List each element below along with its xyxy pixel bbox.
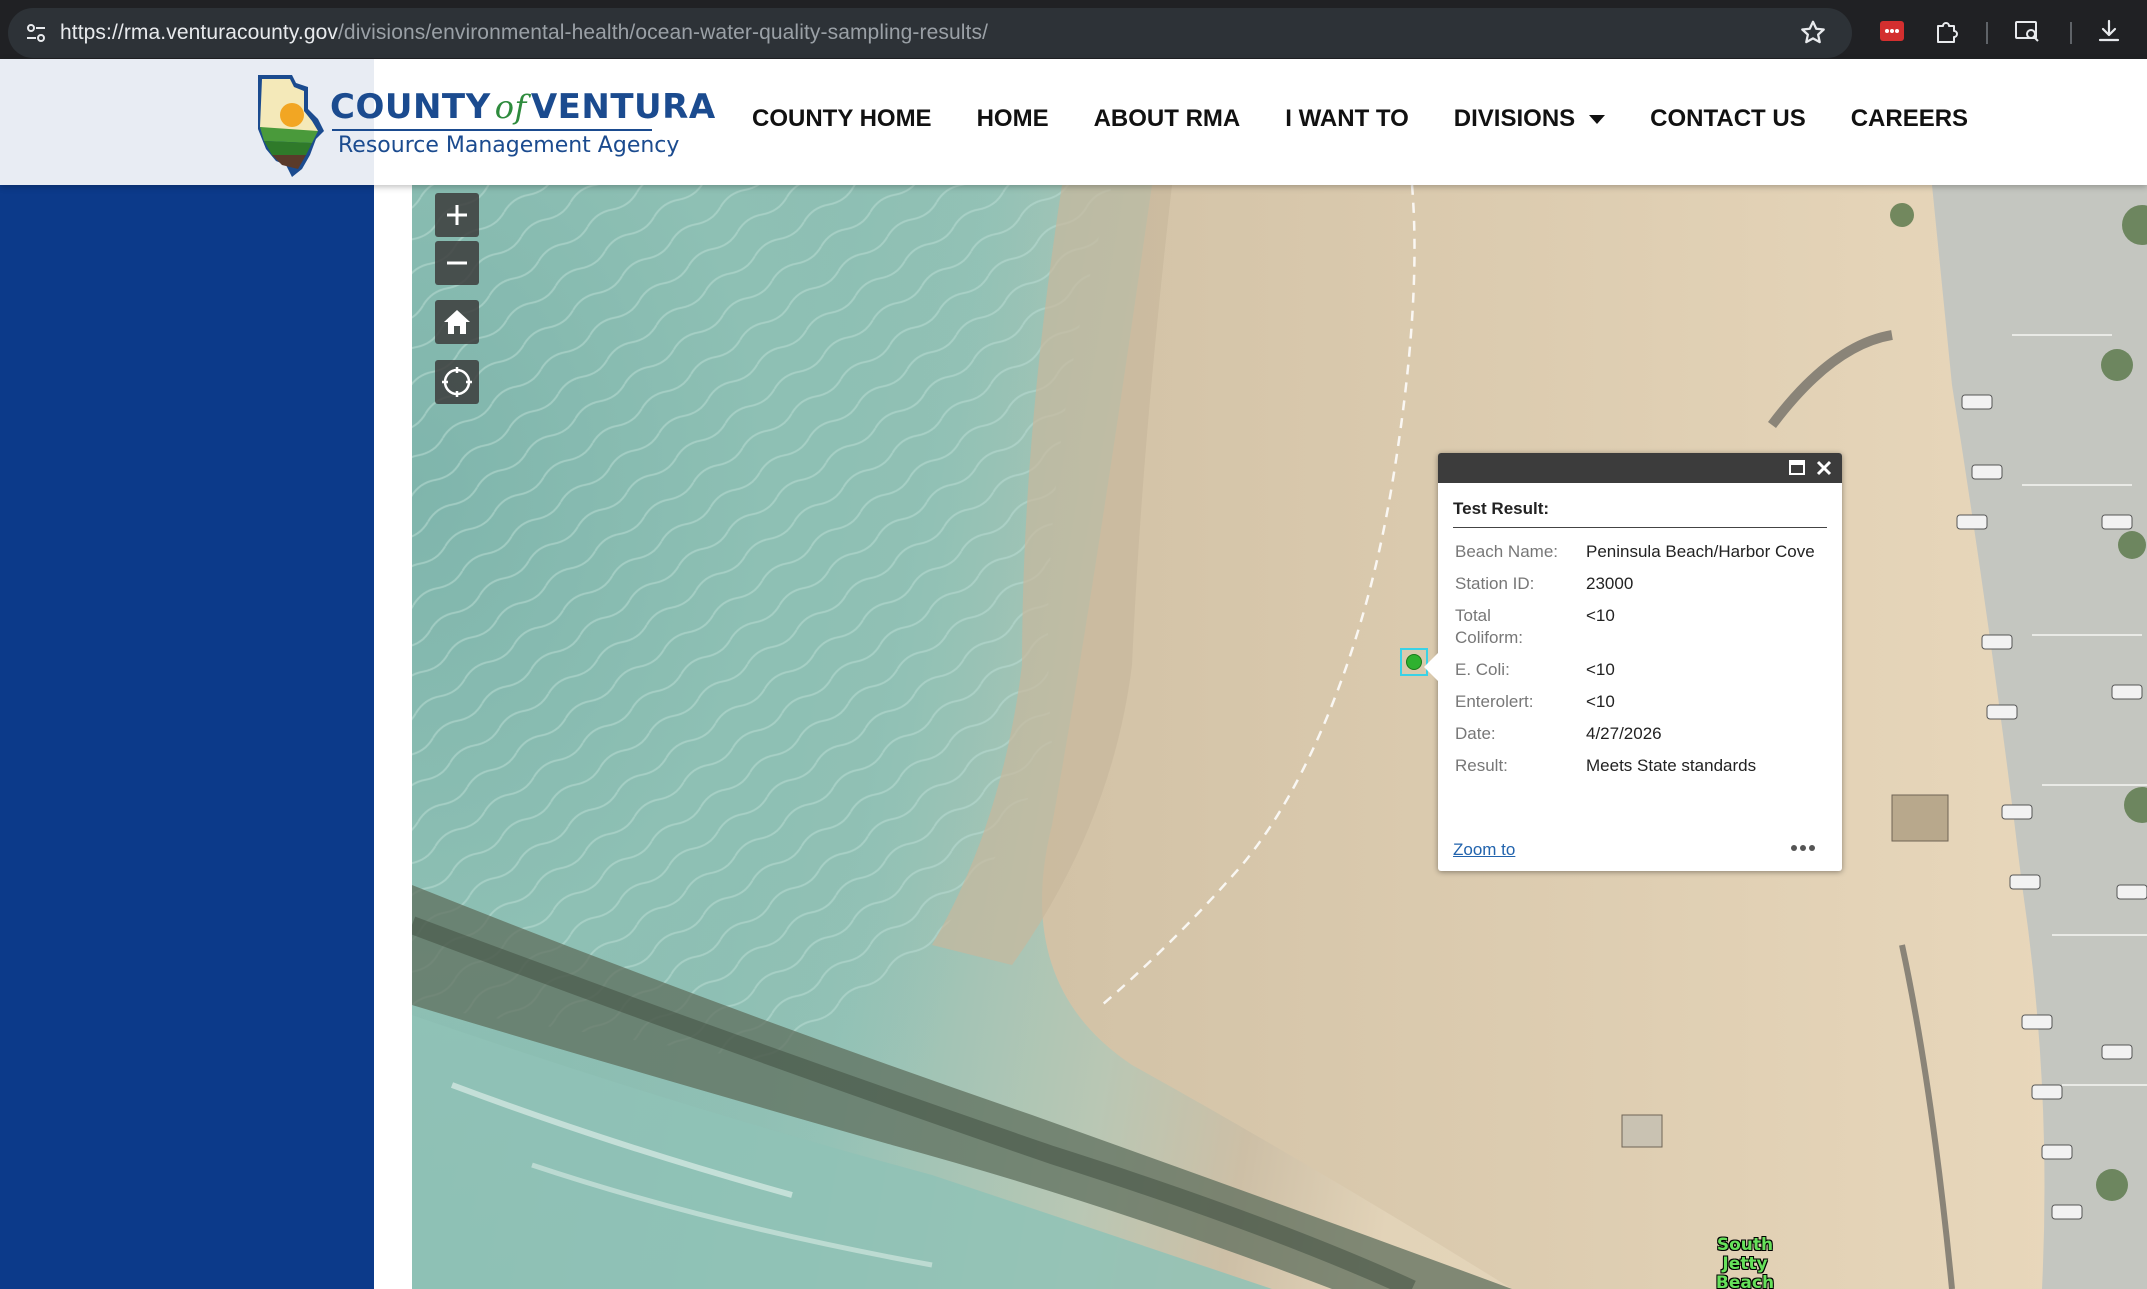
logo-title: COUNTY of VENTURA <box>330 87 716 127</box>
logo-of-text: of <box>494 88 527 126</box>
zoom-in-button[interactable] <box>435 193 479 237</box>
more-options-icon[interactable] <box>1790 843 1816 853</box>
zoom-out-button[interactable] <box>435 241 479 285</box>
attribute-label: Beach Name: <box>1455 542 1558 561</box>
station-point-icon <box>1406 654 1422 670</box>
test-result-popup: Test Result: Beach Name: Peninsula Beach… <box>1424 453 1842 871</box>
address-bar[interactable]: https://rma.venturacounty.gov/divisions/… <box>8 8 1852 58</box>
attribute-value: <10 <box>1586 692 1615 711</box>
ventura-county-map-logo-icon <box>258 75 324 177</box>
attribute-row: Station ID: 23000 <box>1455 573 1827 595</box>
site-settings-icon[interactable] <box>24 21 48 45</box>
logo-subtitle: Resource Management Agency <box>338 133 680 158</box>
password-manager-extension-icon[interactable] <box>1879 18 1905 44</box>
nav-careers[interactable]: CAREERS <box>1851 105 1968 133</box>
nav-home[interactable]: HOME <box>977 105 1049 133</box>
nav-label: COUNTY HOME <box>752 105 932 132</box>
attribute-value: <10 <box>1586 660 1615 679</box>
attribute-row: E. Coli: <10 <box>1455 659 1827 681</box>
nav-county-home[interactable]: COUNTY HOME <box>752 105 932 133</box>
attribute-label: Enterolert: <box>1455 692 1534 711</box>
maximize-icon[interactable] <box>1788 459 1806 477</box>
nav-divisions[interactable]: DIVISIONS <box>1453 105 1606 133</box>
attribute-label: Result: <box>1455 756 1508 775</box>
map-view[interactable]: South Jetty Beach <box>412 185 2147 1289</box>
bookmark-star-icon[interactable] <box>1798 18 1828 48</box>
attribute-label: Total Coliform: <box>1455 606 1524 647</box>
download-icon[interactable] <box>2096 18 2122 44</box>
county-logo[interactable]: COUNTY of VENTURA Resource Management Agen… <box>252 69 715 181</box>
south-jetty-beach-label: South Jetty Beach <box>1715 1235 1775 1289</box>
attribute-row: Enterolert: <10 <box>1455 691 1827 713</box>
nav-label: I WANT TO <box>1285 105 1409 132</box>
url-host: https://rma.venturacounty.gov <box>60 21 338 44</box>
attribute-row: Date: 4/27/2026 <box>1455 723 1827 745</box>
extensions-puzzle-icon[interactable] <box>1934 18 1960 44</box>
popup-header <box>1438 453 1842 483</box>
attribute-value: 4/27/2026 <box>1586 724 1662 743</box>
browser-toolbar: https://rma.venturacounty.gov/divisions/… <box>0 0 2147 59</box>
logo-rule <box>332 129 652 131</box>
attribute-value: <10 <box>1586 606 1615 625</box>
home-icon <box>444 310 470 334</box>
nav-label: CAREERS <box>1850 105 1969 132</box>
logo-county-text: COUNTY <box>330 87 491 127</box>
logo-ventura-text: VENTURA <box>530 87 716 127</box>
attribute-label: Date: <box>1455 724 1496 743</box>
nav-contact-us[interactable]: CONTACT US <box>1650 105 1806 133</box>
site-header: COUNTY of VENTURA Resource Management Agen… <box>0 59 2147 185</box>
page-gutter <box>374 185 412 1289</box>
locate-button[interactable] <box>435 360 479 404</box>
attribute-table: Beach Name: Peninsula Beach/Harbor Cove … <box>1455 541 1827 787</box>
zoom-out-icon <box>447 261 467 265</box>
locate-icon <box>442 367 472 397</box>
attribute-row: Result: Meets State standards <box>1455 755 1827 777</box>
nav-label: ABOUT RMA <box>1093 105 1241 132</box>
attribute-value: Meets State standards <box>1586 756 1757 775</box>
nav-label: CONTACT US <box>1650 105 1806 132</box>
main-nav: COUNTY HOME HOME ABOUT RMA I WANT TO DIV… <box>752 105 2013 133</box>
tab-search-icon[interactable] <box>2014 18 2040 44</box>
caret-down-icon <box>1589 114 1606 124</box>
zoom-in-icon <box>447 205 467 225</box>
attribute-label: Station ID: <box>1455 574 1535 593</box>
attribute-value: Peninsula Beach/Harbor Cove <box>1586 542 1815 561</box>
toolbar-separator <box>1986 22 1988 44</box>
toolbar-separator <box>2070 22 2072 44</box>
attribute-row: Beach Name: Peninsula Beach/Harbor Cove <box>1455 541 1827 563</box>
nav-about-rma[interactable]: ABOUT RMA <box>1094 105 1241 133</box>
left-sidebar <box>0 185 374 1289</box>
close-icon[interactable] <box>1814 458 1834 478</box>
attribute-value: 23000 <box>1586 574 1634 593</box>
nav-label: HOME <box>976 105 1049 132</box>
popup-divider <box>1453 527 1827 528</box>
satellite-imagery <box>412 185 2147 1289</box>
nav-label: DIVISIONS <box>1453 105 1576 132</box>
popup-pointer <box>1424 653 1438 681</box>
nav-i-want-to[interactable]: I WANT TO <box>1285 105 1409 133</box>
attribute-label: E. Coli: <box>1455 660 1510 679</box>
url-text[interactable]: https://rma.venturacounty.gov/divisions/… <box>60 21 988 45</box>
zoom-to-link[interactable]: Zoom to <box>1453 840 1515 860</box>
attribute-row: Total Coliform: <10 <box>1455 605 1827 649</box>
url-path: /divisions/environmental-health/ocean-wa… <box>337 21 989 44</box>
popup-title: Test Result: <box>1453 499 1550 518</box>
home-button[interactable] <box>435 300 479 344</box>
